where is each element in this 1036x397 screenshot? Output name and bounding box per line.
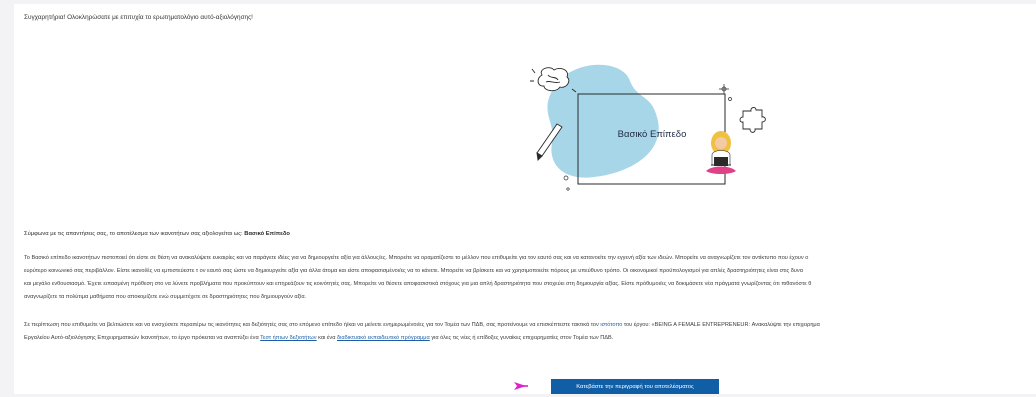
congrats-message: Συγχαρητήρια! Ολοκληρώσατε με επιτυχία τ… — [24, 14, 253, 21]
soft-skills-test-link[interactable]: Τεστ ήπιων δεξιοτήτων — [260, 335, 316, 341]
level-description: Το Βασικό επίπεδο ικανοτήτων πιστοποιεί … — [24, 252, 811, 304]
description-line: Το Βασικό επίπεδο ικανοτήτων πιστοποιεί … — [24, 255, 809, 261]
text-segment: του έργου: «BEING A FEMALE ENTREPRENEUR:… — [622, 322, 820, 328]
description-line: ευρύτερο κοινωνικό σας περιβάλλον. Είστε… — [24, 268, 803, 274]
description-line: αναγνωρίζετε τα πολύτιμα μαθήματα που απ… — [24, 294, 307, 300]
result-level: Βασικό Επίπεδο — [244, 231, 290, 237]
text-segment: Σε περίπτωση που επιθυμείτε να βελτιώσετ… — [24, 322, 601, 328]
level-illustration-label: Βασικό Επίπεδο — [617, 129, 687, 140]
results-card: Συγχαρητήρια! Ολοκληρώσατε με επιτυχία τ… — [14, 4, 1036, 394]
recommendation-line-1: Σε περίπτωση που επιθυμείτε να βελτιώσετ… — [24, 319, 820, 332]
result-statement: Σύμφωνα με τις απαντήσεις σας, το αποτέλ… — [24, 231, 290, 237]
recommendation-line-2: Εργαλείου Αυτό-αξιολόγησης Επιχειρηματικ… — [24, 332, 820, 345]
recommendation-text: Σε περίπτωση που επιθυμείτε να βελτιώσετ… — [24, 319, 820, 345]
text-segment: Εργαλείου Αυτό-αξιολόγησης Επιχειρηματικ… — [24, 335, 261, 341]
text-segment: και ένα — [316, 335, 338, 341]
online-training-program-link[interactable]: διαδικτυακό εκπαιδευτικό πρόγραμμα — [337, 335, 430, 341]
result-prefix: Σύμφωνα με τις απαντήσεις σας, το αποτέλ… — [24, 231, 245, 237]
text-segment: για όλες τις νέες ή επίδοξες γυναίκες επ… — [429, 335, 614, 341]
description-line: και μεγάλο ενθουσιασμό. Έχετε ειπασμένη … — [24, 281, 812, 287]
pointer-arrow-icon — [514, 382, 528, 390]
download-result-description-button[interactable]: Κατεβάστε την περιγραφή του αποτελέσματο… — [551, 379, 719, 394]
website-link[interactable]: ιστότοπο — [600, 322, 622, 328]
puzzle-icon — [739, 107, 766, 133]
